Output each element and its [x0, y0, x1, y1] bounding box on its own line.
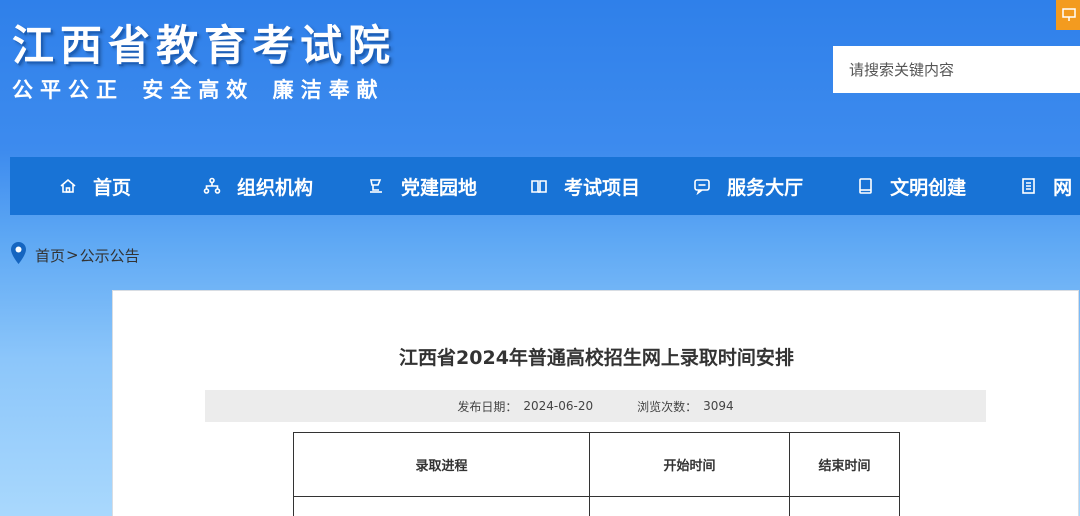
breadcrumb-home-link[interactable]: 首页	[35, 245, 65, 266]
nav-item-label: 网	[1053, 176, 1073, 199]
location-pin-icon	[10, 241, 27, 269]
service-chat-icon	[691, 175, 713, 197]
table-cell	[789, 496, 900, 516]
table-header-cell: 开始时间	[589, 432, 790, 497]
main-nav: 首页 组织机构 党建园地 考试项目 服务大厅 文明创建 网	[10, 157, 1080, 215]
site-slogan: 公平公正 安全高效 廉洁奉献	[12, 78, 385, 102]
document-icon	[1017, 175, 1039, 197]
nav-item-label: 组织机构	[237, 176, 314, 199]
nav-item-label: 文明创建	[890, 176, 967, 199]
site-title: 江西省教育考试院	[12, 21, 397, 70]
nav-item-home[interactable]: 首页	[57, 157, 131, 215]
home-icon	[57, 175, 79, 197]
article-card: 江西省2024年普通高校招生网上录取时间安排 发布日期： 2024-06-20 …	[112, 290, 1079, 516]
nav-item-label: 服务大厅	[727, 176, 804, 199]
breadcrumb-separator: >	[66, 246, 79, 264]
views-label: 浏览次数：	[637, 399, 698, 414]
table-row	[293, 496, 900, 516]
search-input[interactable]	[833, 46, 1080, 93]
breadcrumb: 首页 > 公示公告	[10, 241, 140, 269]
table-header-cell: 结束时间	[789, 432, 900, 497]
nav-item-label: 考试项目	[564, 176, 641, 199]
party-building-icon	[365, 175, 387, 197]
nav-item-label: 首页	[93, 176, 132, 199]
article-meta: 发布日期： 2024-06-20 浏览次数： 3094	[205, 390, 986, 422]
site-header: 江西省教育考试院 公平公正 安全高效 廉洁奉献	[0, 0, 1080, 150]
org-chart-icon	[201, 175, 223, 197]
nav-item-service-hall[interactable]: 服务大厅	[691, 157, 803, 215]
table-header-row: 录取进程 开始时间 结束时间	[293, 432, 900, 497]
nav-item-label: 党建园地	[401, 176, 478, 199]
views-count: 3094	[703, 399, 734, 413]
book-icon	[528, 175, 550, 197]
breadcrumb-current-link[interactable]: 公示公告	[80, 245, 140, 266]
nav-item-more[interactable]: 网	[1017, 157, 1072, 215]
monitor-icon[interactable]	[1056, 0, 1080, 30]
publish-date-label: 发布日期：	[457, 399, 518, 414]
article-title: 江西省2024年普通高校招生网上录取时间安排	[399, 347, 794, 369]
notebook-icon	[854, 175, 876, 197]
table-cell	[293, 496, 590, 516]
nav-item-organization[interactable]: 组织机构	[201, 157, 313, 215]
table-cell	[589, 496, 790, 516]
nav-item-exam-projects[interactable]: 考试项目	[528, 157, 640, 215]
nav-item-civilization[interactable]: 文明创建	[854, 157, 966, 215]
admission-schedule-table: 录取进程 开始时间 结束时间	[293, 432, 900, 516]
table-header-cell: 录取进程	[293, 432, 590, 497]
publish-date: 2024-06-20	[523, 399, 594, 413]
nav-item-party-building[interactable]: 党建园地	[365, 157, 477, 215]
